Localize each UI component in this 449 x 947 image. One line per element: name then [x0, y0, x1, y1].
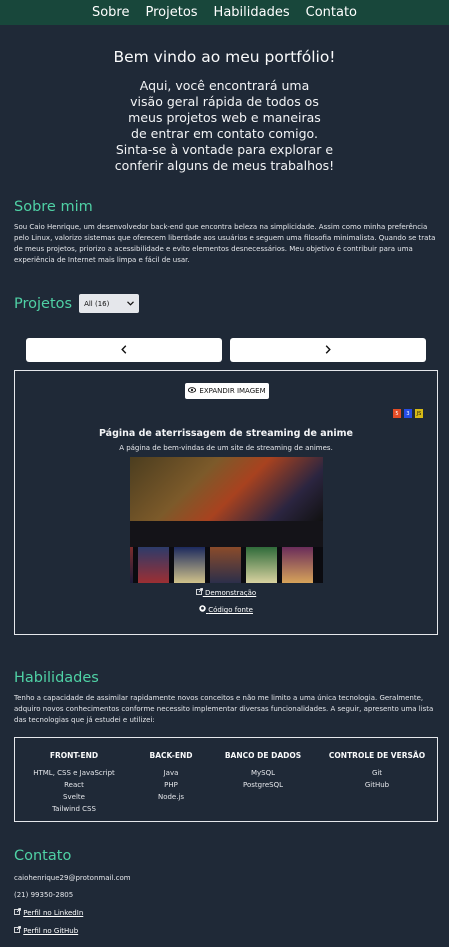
- project-card: EXPANDIR IMAGEM 5 3 JS Página de aterris…: [14, 370, 438, 635]
- skills-table: FRONT-END HTML, CSS e JavaScript React S…: [14, 737, 438, 822]
- prev-project-button[interactable]: [26, 338, 222, 362]
- eye-icon: [188, 387, 197, 395]
- screenshot-dark-band: [130, 521, 323, 547]
- contact-title: Contato: [14, 848, 72, 864]
- screenshot-thumbnails: [130, 547, 323, 583]
- skill-item: Java: [163, 769, 179, 777]
- skill-group-backend: BACK-END Java PHP Node.js: [133, 751, 209, 821]
- hero-intro: Aqui, você encontrará uma visão geral rá…: [128, 78, 321, 141]
- external-link-icon: [14, 908, 23, 917]
- contact-phone: (21) 99350-2805: [14, 891, 74, 899]
- external-link-icon: [195, 588, 205, 597]
- top-nav: Sobre Projetos Habilidades Contato: [0, 0, 449, 25]
- hero: Bem vindo ao meu portfólio! Aqui, você e…: [0, 25, 449, 174]
- skill-item: HTML, CSS e JavaScript: [33, 769, 115, 777]
- chevron-down-icon: [127, 300, 135, 308]
- skill-item: PostgreSQL: [243, 781, 283, 789]
- skill-group-title: FRONT-END: [49, 751, 99, 760]
- thumbnail: [138, 547, 169, 583]
- skill-item: Tailwind CSS: [52, 805, 96, 813]
- next-project-button[interactable]: [230, 338, 426, 362]
- skill-group-title: CONTROLE DE VERSÃO: [328, 751, 426, 760]
- project-screenshot: [130, 457, 323, 583]
- github-link[interactable]: Perfil no GitHub: [23, 927, 78, 935]
- skills-text: Tenho a capacidade de assimilar rapidame…: [14, 694, 434, 724]
- demo-link-label: Demonstração: [205, 589, 257, 597]
- project-links: Demonstração Código fonte: [15, 588, 437, 622]
- contact-linkedin-row: Perfil no LinkedIn: [14, 908, 438, 917]
- skill-group-version-control: CONTROLE DE VERSÃO Git GitHub: [317, 751, 437, 821]
- project-pager: [26, 338, 426, 362]
- js-icon: JS: [415, 409, 423, 418]
- about-section: Sobre mim Sou Caio Henrique, um desenvol…: [14, 199, 436, 266]
- project-description: A página de bem-vindas de um site de str…: [119, 444, 333, 452]
- chevron-left-icon: [121, 343, 127, 357]
- external-link-icon: [14, 926, 23, 935]
- skills-title: Habilidades: [14, 670, 99, 686]
- expand-image-label: EXPANDIR IMAGEM: [199, 387, 266, 395]
- project-title: Página de aterrissagem de streaming de a…: [98, 428, 354, 439]
- thumbnail: [282, 547, 313, 583]
- skill-item: Git: [371, 769, 383, 777]
- source-code-link[interactable]: Código fonte: [15, 605, 437, 614]
- demo-link[interactable]: Demonstração: [15, 588, 437, 597]
- tech-badges: 5 3 JS: [393, 409, 423, 418]
- expand-image-button[interactable]: EXPANDIR IMAGEM: [185, 383, 269, 399]
- skill-group-frontend: FRONT-END HTML, CSS e JavaScript React S…: [15, 751, 133, 821]
- skill-group-title: BANCO DE DADOS: [224, 751, 302, 760]
- about-title: Sobre mim: [14, 199, 93, 215]
- project-filter-select[interactable]: All (16): [79, 294, 140, 313]
- hero-invite: Sinta-se à vontade para explorar e confe…: [114, 142, 335, 173]
- skill-item: Node.js: [157, 793, 185, 801]
- nav-link-projetos[interactable]: Projetos: [145, 5, 197, 20]
- contact-email: caiohenrique29@protonmail.com: [14, 874, 131, 882]
- skills-section: Habilidades Tenho a capacidade de assimi…: [14, 670, 438, 726]
- html5-icon: 5: [393, 409, 401, 418]
- github-icon: [199, 605, 208, 614]
- contact-section: Contato caiohenrique29@protonmail.com (2…: [14, 848, 438, 935]
- css3-icon: 3: [404, 409, 412, 418]
- thumbnail: [210, 547, 241, 583]
- skill-item: Svelte: [63, 793, 85, 801]
- nav-link-contato[interactable]: Contato: [306, 5, 357, 20]
- source-code-label: Código fonte: [208, 606, 253, 614]
- screenshot-hero-art: [130, 457, 323, 521]
- skill-item: PHP: [164, 781, 178, 789]
- skill-item: MySQL: [250, 769, 276, 777]
- chevron-right-icon: [325, 343, 331, 357]
- skill-group-title: BACK-END: [149, 751, 193, 760]
- nav-link-sobre[interactable]: Sobre: [92, 5, 130, 20]
- thumbnail: [130, 547, 133, 583]
- thumbnail: [246, 547, 277, 583]
- projects-title: Projetos: [14, 295, 73, 312]
- skill-item: React: [64, 781, 84, 789]
- project-filter-value: All (16): [84, 299, 110, 308]
- about-text: Sou Caio Henrique, um desenvolvedor back…: [14, 223, 436, 264]
- skill-group-database: BANCO DE DADOS MySQL PostgreSQL: [209, 751, 317, 821]
- hero-title: Bem vindo ao meu portfólio!: [113, 48, 336, 66]
- nav-link-habilidades[interactable]: Habilidades: [214, 5, 290, 20]
- thumbnail: [174, 547, 205, 583]
- linkedin-link[interactable]: Perfil no LinkedIn: [23, 909, 83, 917]
- projects-header: Projetos All (16): [14, 294, 140, 313]
- skill-item: GitHub: [364, 781, 390, 789]
- contact-github-row: Perfil no GitHub: [14, 926, 438, 935]
